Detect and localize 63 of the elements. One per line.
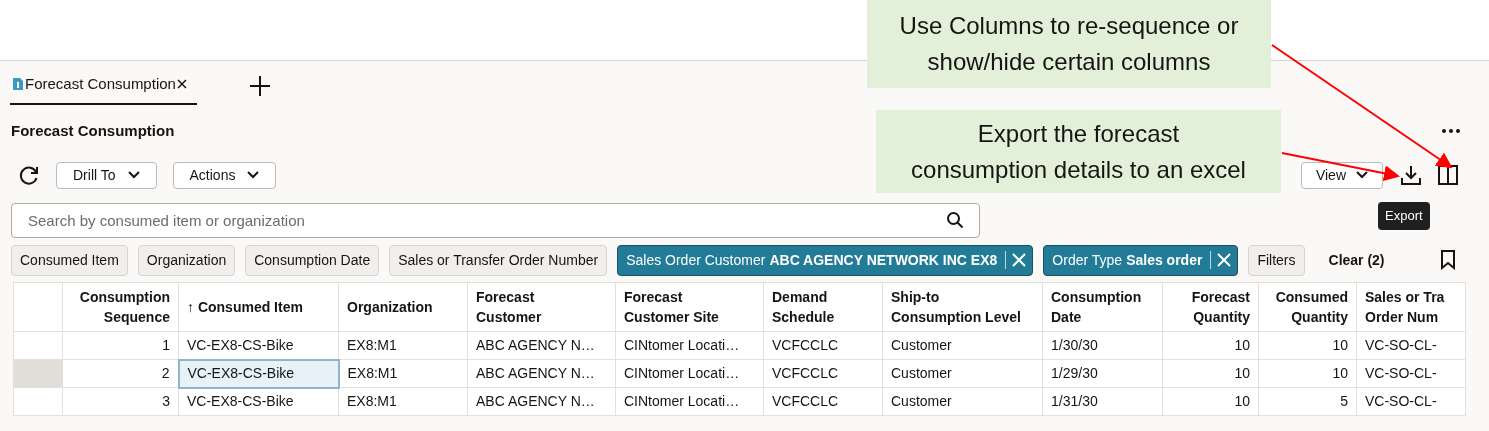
table-cell: VCFCCLC [763, 387, 883, 416]
table-cell: VCFCCLC [763, 359, 883, 388]
table-cell: 1/30/30 [1042, 331, 1163, 360]
table-cell: 3 [62, 387, 179, 416]
more-icon[interactable] [1441, 128, 1461, 134]
page-title: Forecast Consumption [11, 120, 175, 141]
filters-button[interactable]: Filters [1248, 244, 1305, 276]
document-icon [12, 77, 24, 91]
table-cell: CINtomer Locati… [615, 387, 764, 416]
table-cell: ABC AGENCY N… [467, 331, 616, 360]
table-cell: VC-EX8-CS-Bike [178, 387, 339, 416]
search-field[interactable]: Search by consumed item or organization [11, 203, 980, 238]
filter-chip[interactable]: Consumed Item [11, 244, 128, 276]
table-cell: 10 [1162, 359, 1259, 388]
menu-button[interactable]: Drill To [56, 161, 157, 189]
view-button[interactable]: View [1300, 161, 1383, 189]
chevron-down-icon [247, 171, 260, 179]
table-cell: ABC AGENCY N… [467, 387, 616, 416]
search-icon[interactable] [946, 211, 964, 229]
chevron-down-icon [1356, 171, 1368, 179]
export-icon[interactable] [1400, 164, 1422, 186]
tab-label: Forecast Consumption [25, 73, 176, 94]
table-cell: 1/29/30 [1042, 359, 1163, 388]
table-cell: CINtomer Locati… [615, 331, 764, 360]
table-cell: VC-EX8-CS-Bike [178, 359, 339, 388]
table-cell: CINtomer Locati… [615, 359, 764, 388]
table-cell: 1 [62, 331, 179, 360]
table-cell: VC-SO-CL- [1356, 359, 1466, 388]
close-icon[interactable] [176, 79, 187, 89]
filter-chip[interactable]: Organization [137, 244, 236, 276]
bookmark-icon[interactable] [1440, 250, 1456, 270]
callout: Use Columns to re-sequence or show/hide certain columns [867, 0, 1271, 88]
remove-icon[interactable] [1012, 253, 1027, 267]
table-cell: EX8:M1 [338, 359, 468, 388]
add-tab-icon[interactable] [248, 75, 271, 97]
table-cell: ABC AGENCY N… [467, 359, 616, 388]
table-cell: Customer [882, 359, 1043, 388]
table-cell: 10 [1162, 387, 1259, 416]
tab[interactable]: Forecast Consumption [10, 65, 197, 105]
callout: Export the forecast consumption details to an excel [876, 110, 1281, 193]
table-cell: 10 [1258, 359, 1357, 388]
table-cell: VC-SO-CL- [1356, 387, 1466, 416]
applied-filter-chip[interactable]: Order Type Sales order [1043, 244, 1239, 276]
table-cell: Customer [882, 331, 1043, 360]
refresh-icon[interactable] [18, 164, 40, 186]
table-cell: EX8:M1 [338, 387, 468, 416]
table-cell: VC-SO-CL- [1356, 331, 1466, 360]
table-cell: 5 [1258, 387, 1357, 416]
filter-chip[interactable]: Consumption Date [245, 244, 380, 276]
table-cell: 10 [1162, 331, 1259, 360]
table-cell: 10 [1258, 331, 1357, 360]
remove-icon[interactable] [1217, 253, 1232, 267]
tooltip: Export [1378, 202, 1430, 230]
clear-link[interactable]: Clear (2) [1314, 244, 1399, 276]
table-cell: Customer [882, 387, 1043, 416]
columns-icon[interactable] [1437, 164, 1459, 186]
filter-chip[interactable]: Sales or Transfer Order Number [389, 244, 608, 276]
applied-filter-chip[interactable]: Sales Order Customer ABC AGENCY NETWORK INC EX8 [617, 244, 1034, 276]
table-cell: 1/31/30 [1042, 387, 1163, 416]
table-cell: VCFCCLC [763, 331, 883, 360]
chevron-down-icon [127, 171, 140, 179]
menu-button[interactable]: Actions [172, 161, 277, 189]
table-cell: EX8:M1 [338, 331, 468, 360]
